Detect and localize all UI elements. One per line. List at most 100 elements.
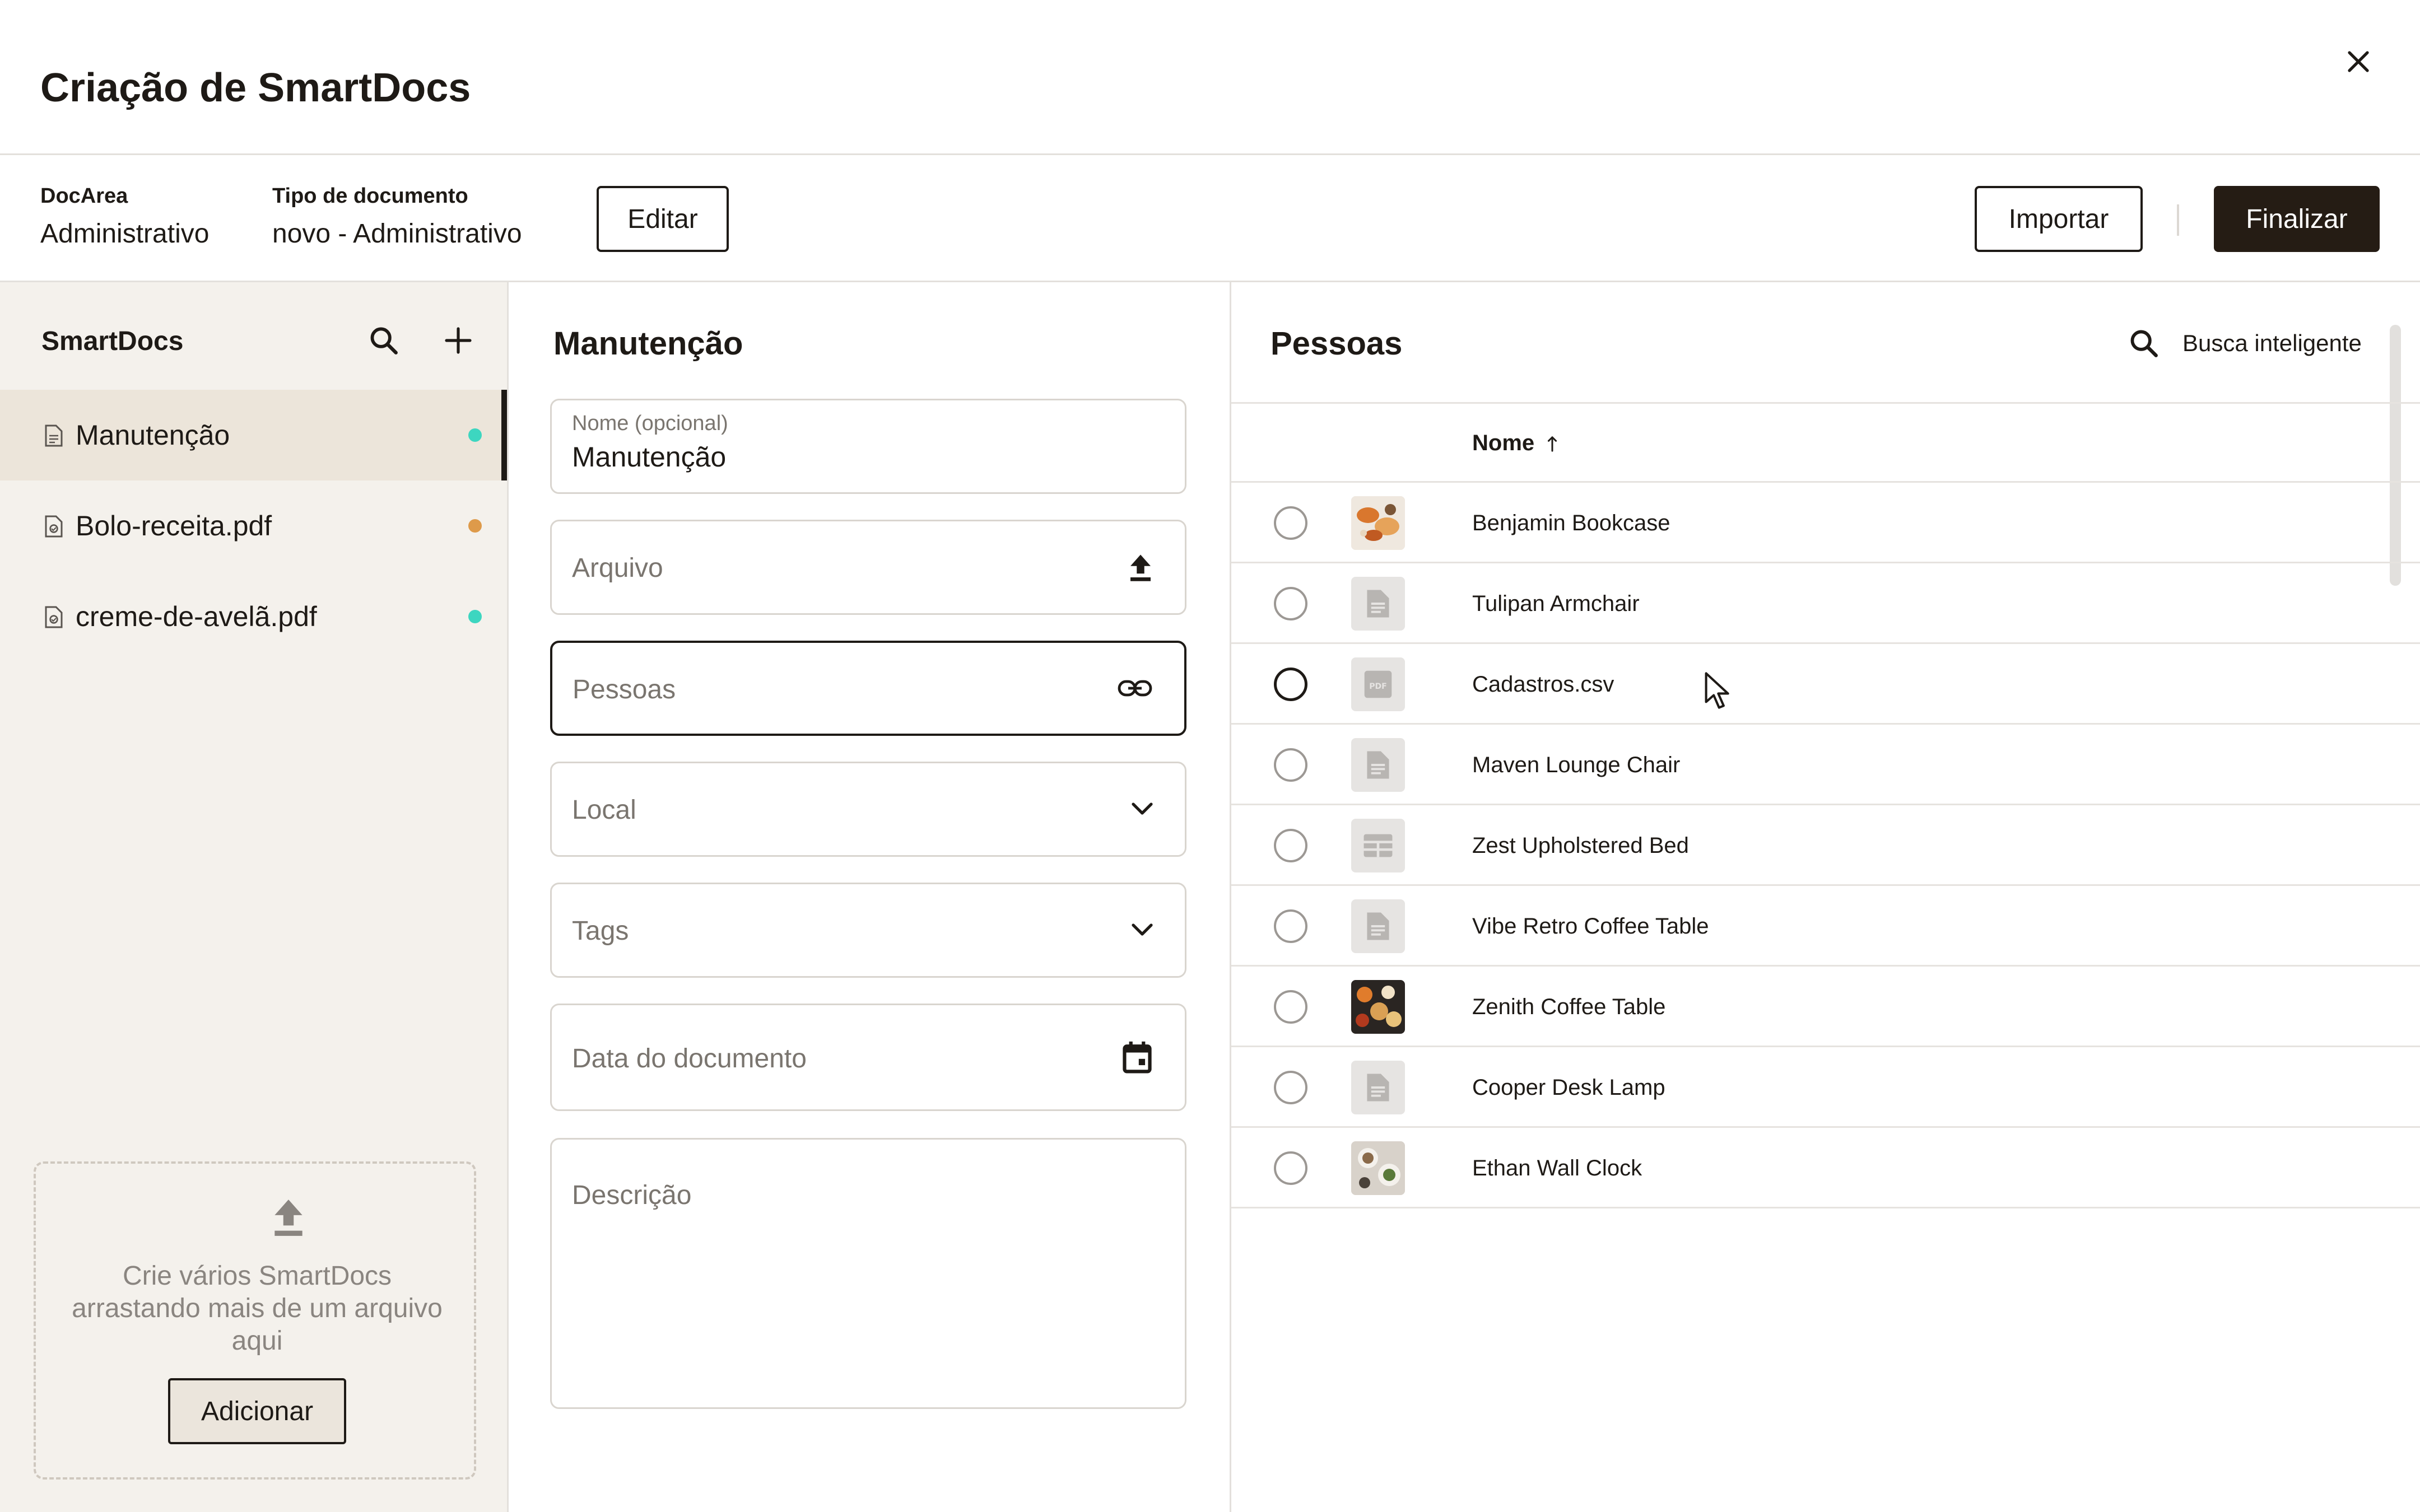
docarea-label: DocArea	[40, 184, 128, 208]
close-button[interactable]	[2336, 39, 2381, 84]
modal-title: Criação de SmartDocs	[40, 66, 471, 110]
table-row[interactable]: Maven Lounge Chair	[1231, 725, 2420, 805]
docarea-value: Administrativo	[40, 219, 210, 249]
row-radio[interactable]	[1274, 748, 1307, 782]
upload-icon	[1130, 554, 1151, 581]
sidebar-add-button[interactable]	[436, 318, 481, 363]
smart-search-label: Busca inteligente	[2182, 330, 2362, 356]
people-field-placeholder: Pessoas	[573, 675, 676, 704]
image-file-icon	[45, 606, 63, 628]
docarea-group: DocArea Administrativo	[40, 184, 209, 249]
row-radio[interactable]	[1274, 668, 1307, 701]
calendar-icon	[1123, 1041, 1152, 1074]
location-select[interactable]: Local	[550, 762, 1186, 857]
document-icon	[45, 424, 63, 447]
document-date-field[interactable]: Data do documento	[550, 1004, 1186, 1111]
column-header-name[interactable]: Nome	[1472, 431, 1558, 456]
document-thumbnail	[1351, 899, 1405, 953]
row-radio[interactable]	[1274, 1071, 1307, 1104]
people-panel: Pessoas Busca inteligente Nome Benjamin …	[1231, 282, 2420, 1512]
sidebar-item-label: creme-de-avelã.pdf	[76, 601, 317, 632]
document-info-bar: DocArea Administrativo Tipo de documento…	[0, 155, 2420, 282]
row-radio[interactable]	[1274, 1151, 1307, 1185]
tags-select-placeholder: Tags	[572, 916, 629, 946]
sidebar-item-bolo-receita[interactable]: Bolo-receita.pdf	[0, 480, 507, 571]
file-dropzone[interactable]: Crie vários SmartDocs arrastando mais de…	[34, 1161, 476, 1480]
status-dot	[468, 428, 482, 442]
svg-text:PDF: PDF	[1369, 682, 1387, 691]
modal-header: Criação de SmartDocs	[0, 0, 2420, 155]
doctype-label: Tipo de documento	[272, 184, 468, 208]
table-thumbnail	[1351, 819, 1405, 872]
sidebar-item-manutencao[interactable]: Manutenção	[0, 390, 507, 480]
document-date-placeholder: Data do documento	[572, 1044, 807, 1074]
document-thumbnail	[1351, 577, 1405, 631]
sidebar-item-label: Bolo-receita.pdf	[76, 510, 272, 542]
search-icon	[2130, 330, 2158, 357]
form-title: Manutenção	[553, 325, 743, 362]
tags-select[interactable]: Tags	[550, 883, 1186, 978]
upload-button[interactable]	[1128, 552, 1153, 582]
image-file-icon	[45, 515, 63, 538]
document-icon	[1367, 912, 1389, 940]
table-row[interactable]: Cooper Desk Lamp	[1231, 1047, 2420, 1128]
document-icon	[1367, 751, 1389, 779]
row-name: Ethan Wall Clock	[1472, 1156, 1642, 1180]
description-textarea[interactable]: Descrição	[550, 1138, 1186, 1409]
name-field-label: Nome (opcional)	[572, 412, 728, 435]
smartdoc-form: Manutenção Nome (opcional) Manutenção Ar…	[509, 282, 1231, 1512]
smartdocs-modal: Criação de SmartDocs DocArea Administrat…	[0, 0, 2420, 1512]
add-files-button[interactable]: Adicionar	[168, 1378, 346, 1444]
row-name: Vibe Retro Coffee Table	[1472, 914, 1709, 939]
description-placeholder: Descrição	[572, 1180, 692, 1210]
pdf-icon: PDF	[1364, 670, 1392, 698]
smart-search-button[interactable]: Busca inteligente	[2128, 312, 2362, 374]
table-row[interactable]: Zenith Coffee Table	[1231, 967, 2420, 1047]
sort-ascending-icon	[1547, 435, 1558, 452]
row-name: Benjamin Bookcase	[1472, 511, 1670, 535]
table-icon	[1363, 834, 1393, 857]
tags-dropdown-toggle[interactable]	[1131, 923, 1153, 937]
close-icon	[2348, 51, 2369, 72]
table-row[interactable]: Vibe Retro Coffee Table	[1231, 886, 2420, 967]
table-row[interactable]: Ethan Wall Clock	[1231, 1128, 2420, 1208]
document-thumbnail	[1351, 1061, 1405, 1114]
table-row[interactable]: PDF Cadastros.csv	[1231, 644, 2420, 725]
people-field[interactable]: Pessoas	[550, 641, 1186, 736]
sidebar-item-creme-de-avela[interactable]: creme-de-avelã.pdf	[0, 571, 507, 662]
row-radio[interactable]	[1274, 829, 1307, 862]
document-icon	[1367, 590, 1389, 618]
name-field[interactable]: Nome (opcional) Manutenção	[550, 399, 1186, 494]
edit-button[interactable]: Editar	[597, 186, 729, 252]
plus-icon	[445, 327, 472, 354]
chevron-down-icon	[1132, 802, 1153, 815]
row-name: Maven Lounge Chair	[1472, 753, 1681, 777]
finish-button[interactable]: Finalizar	[2214, 186, 2380, 252]
import-button[interactable]: Importar	[1975, 186, 2143, 252]
status-dot	[468, 519, 482, 533]
date-picker-button[interactable]	[1121, 1040, 1153, 1075]
row-name: Cadastros.csv	[1472, 672, 1614, 697]
chevron-down-icon	[1132, 923, 1153, 936]
sidebar-search-button[interactable]	[361, 318, 406, 363]
table-row[interactable]: Tulipan Armchair	[1231, 563, 2420, 644]
status-dot	[468, 610, 482, 623]
document-icon	[1367, 1074, 1389, 1102]
pdf-thumbnail: PDF	[1351, 657, 1405, 711]
row-radio[interactable]	[1274, 506, 1307, 540]
location-dropdown-toggle[interactable]	[1131, 802, 1153, 816]
upload-icon	[274, 1200, 302, 1236]
table-row[interactable]: Zest Upholstered Bed	[1231, 805, 2420, 886]
row-radio[interactable]	[1274, 909, 1307, 943]
row-radio[interactable]	[1274, 587, 1307, 620]
smartdocs-sidebar: SmartDocs Manutenção Bolo-receita.pdf cr…	[0, 282, 509, 1512]
dropzone-text: Crie vários SmartDocs arrastando mais de…	[72, 1261, 443, 1356]
link-button[interactable]	[1117, 678, 1153, 698]
doctype-group: Tipo de documento novo - Administrativo	[272, 184, 522, 249]
toolbar-divider	[2177, 204, 2179, 236]
row-radio[interactable]	[1274, 990, 1307, 1024]
file-field[interactable]: Arquivo	[550, 520, 1186, 615]
doctype-value: novo - Administrativo	[272, 219, 522, 249]
row-name: Cooper Desk Lamp	[1472, 1075, 1665, 1100]
table-row[interactable]: Benjamin Bookcase	[1231, 483, 2420, 563]
